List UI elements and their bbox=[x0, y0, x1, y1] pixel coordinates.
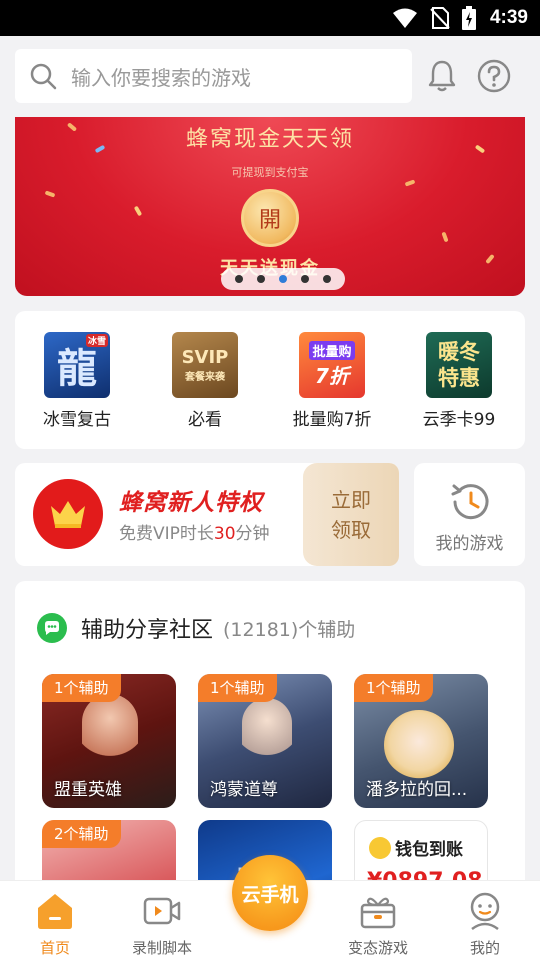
banner-title: 蜂窝现金天天领 bbox=[185, 127, 354, 152]
search-icon bbox=[30, 63, 57, 90]
crown-icon bbox=[33, 479, 103, 549]
community-count: (12181)个辅助 bbox=[223, 618, 356, 641]
status-bar: 4:39 bbox=[0, 0, 540, 36]
video-record-icon bbox=[143, 897, 181, 925]
battery-charging-icon bbox=[461, 6, 476, 30]
shortcut-thumb: 暖冬 特惠 bbox=[426, 332, 492, 398]
tab-games[interactable]: 变态游戏 bbox=[328, 891, 428, 958]
community-tile[interactable]: 1个辅助 潘多拉的回... bbox=[354, 674, 488, 808]
tile-badge: 1个辅助 bbox=[198, 674, 277, 702]
community-tile[interactable]: 1个辅助 鸿蒙道尊 bbox=[198, 674, 332, 808]
search-placeholder[interactable]: 输入你要搜索的游戏 bbox=[71, 62, 251, 91]
no-sim-icon bbox=[430, 7, 450, 29]
pagination-dot[interactable] bbox=[301, 275, 309, 283]
shortcut-label: 批量购7折 bbox=[292, 410, 372, 430]
tab-profile[interactable]: 我的 bbox=[435, 891, 535, 958]
bell-icon[interactable] bbox=[424, 58, 460, 94]
shortcut-bingxue[interactable]: 龍 冰雪 冰雪复古 bbox=[22, 332, 132, 430]
tab-home[interactable]: 首页 bbox=[5, 891, 105, 958]
community-title: 辅助分享社区 bbox=[81, 618, 214, 643]
header: 输入你要搜索的游戏 bbox=[0, 36, 540, 116]
my-games-label: 我的游戏 bbox=[435, 534, 504, 554]
banner-coin: 開 bbox=[241, 189, 299, 247]
tile-name: 潘多拉的回... bbox=[366, 780, 468, 800]
tab-label: 录制脚本 bbox=[131, 939, 192, 957]
shortcut-label: 云季卡99 bbox=[422, 410, 496, 430]
home-icon bbox=[38, 894, 72, 929]
profile-icon bbox=[470, 892, 500, 931]
status-time: 4:39 bbox=[489, 7, 528, 28]
shortcut-thumb: 龍 冰雪 bbox=[44, 332, 110, 398]
pagination-dot[interactable] bbox=[257, 275, 265, 283]
tile-badge: 1个辅助 bbox=[354, 674, 433, 702]
search-bar[interactable]: 输入你要搜索的游戏 bbox=[15, 49, 412, 103]
pagination-dot[interactable] bbox=[323, 275, 331, 283]
gift-box-icon bbox=[360, 897, 396, 929]
tab-record-script[interactable]: 录制脚本 bbox=[112, 891, 212, 958]
banner-subtitle: 可提现到支付宝 bbox=[231, 166, 309, 179]
tab-label: 首页 bbox=[39, 939, 70, 957]
history-clock-icon bbox=[451, 484, 489, 520]
shortcut-bikan[interactable]: SVIP 套餐来袭 必看 bbox=[150, 332, 260, 430]
claim-button[interactable]: 立即 领取 bbox=[303, 463, 399, 566]
vip-subtitle: 免费VIP时长30分钟 bbox=[119, 524, 270, 544]
shortcut-yunjika[interactable]: 暖冬 特惠 云季卡99 bbox=[404, 332, 514, 430]
community-header: 辅助分享社区 (12181)个辅助 bbox=[37, 612, 355, 644]
vip-promo-card[interactable]: 蜂窝新人特权 免费VIP时长30分钟 立即 领取 bbox=[15, 463, 399, 566]
pagination-dot-active[interactable] bbox=[279, 275, 287, 283]
tab-label: 变态游戏 bbox=[347, 939, 408, 957]
shortcut-grid: 龍 冰雪 冰雪复古 SVIP 套餐来袭 必看 批量购 7折 批量购7折 暖冬 特… bbox=[15, 311, 525, 449]
cloud-phone-button[interactable]: 云手机 bbox=[232, 855, 308, 931]
banner-pagination bbox=[221, 268, 345, 290]
help-icon[interactable] bbox=[476, 58, 512, 94]
chat-bubble-icon bbox=[37, 613, 67, 643]
tile-name: 鸿蒙道尊 bbox=[210, 780, 278, 800]
wifi-icon bbox=[392, 8, 417, 28]
shortcut-piliang[interactable]: 批量购 7折 批量购7折 bbox=[277, 332, 387, 430]
tile-name: 盟重英雄 bbox=[54, 780, 122, 800]
pagination-dot[interactable] bbox=[235, 275, 243, 283]
promo-banner[interactable]: 蜂窝现金天天领 可提现到支付宝 開 天天送现金 bbox=[15, 117, 525, 296]
vip-title: 蜂窝新人特权 bbox=[119, 490, 263, 516]
tile-art-text: 钱包到账 bbox=[395, 840, 463, 860]
community-tile[interactable]: 1个辅助 盟重英雄 bbox=[42, 674, 176, 808]
coin-icon bbox=[369, 836, 391, 859]
shortcut-label: 冰雪复古 bbox=[43, 410, 111, 430]
shortcut-thumb: 批量购 7折 bbox=[299, 332, 365, 398]
tile-badge: 2个辅助 bbox=[42, 820, 121, 848]
shortcut-label: 必看 bbox=[188, 410, 222, 430]
tab-label: 我的 bbox=[469, 939, 500, 957]
tile-badge: 1个辅助 bbox=[42, 674, 121, 702]
my-games-button[interactable]: 我的游戏 bbox=[414, 463, 525, 566]
shortcut-thumb: SVIP 套餐来袭 bbox=[172, 332, 238, 398]
